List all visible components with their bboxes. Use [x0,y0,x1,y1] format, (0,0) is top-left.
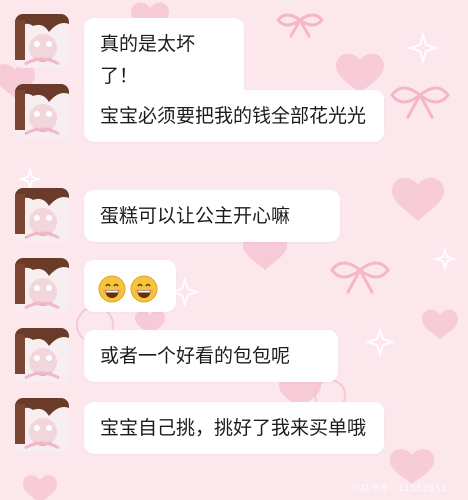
avatar[interactable] [15,188,69,242]
avatar-image [15,258,69,312]
avatar[interactable] [15,398,69,452]
message-bubble [84,260,176,312]
grinning-face-emoji-icon [130,275,158,302]
avatar-image [15,14,69,68]
chat-message-list: 真的是太坏了！ 宝宝必须要把我的钱全部花光光 蛋糕可以让公主开心嘛 或者一个好看… [0,0,468,500]
message-text: 真的是太坏了！ [100,33,196,87]
watermark-text: 小红书号：11552832... [351,484,456,494]
message-text: 宝宝自己挑，挑好了我来买单哦 [100,417,367,439]
message-bubble: 或者一个好看的包包呢 [84,330,338,382]
message-bubble: 宝宝自己挑，挑好了我来买单哦 [84,402,384,454]
message-text: 或者一个好看的包包呢 [100,345,291,367]
avatar-image [15,328,69,382]
message-text: 蛋糕可以让公主开心嘛 [100,205,291,227]
avatar[interactable] [15,14,69,68]
message-bubble: 宝宝必须要把我的钱全部花光光 [84,90,384,142]
avatar[interactable] [15,84,69,138]
avatar[interactable] [15,258,69,312]
avatar[interactable] [15,328,69,382]
message-bubble: 蛋糕可以让公主开心嘛 [84,190,340,242]
message-text: 宝宝必须要把我的钱全部花光光 [100,105,367,127]
avatar-image [15,84,69,138]
grinning-face-emoji-icon [98,275,126,302]
avatar-image [15,398,69,452]
avatar-image [15,188,69,242]
